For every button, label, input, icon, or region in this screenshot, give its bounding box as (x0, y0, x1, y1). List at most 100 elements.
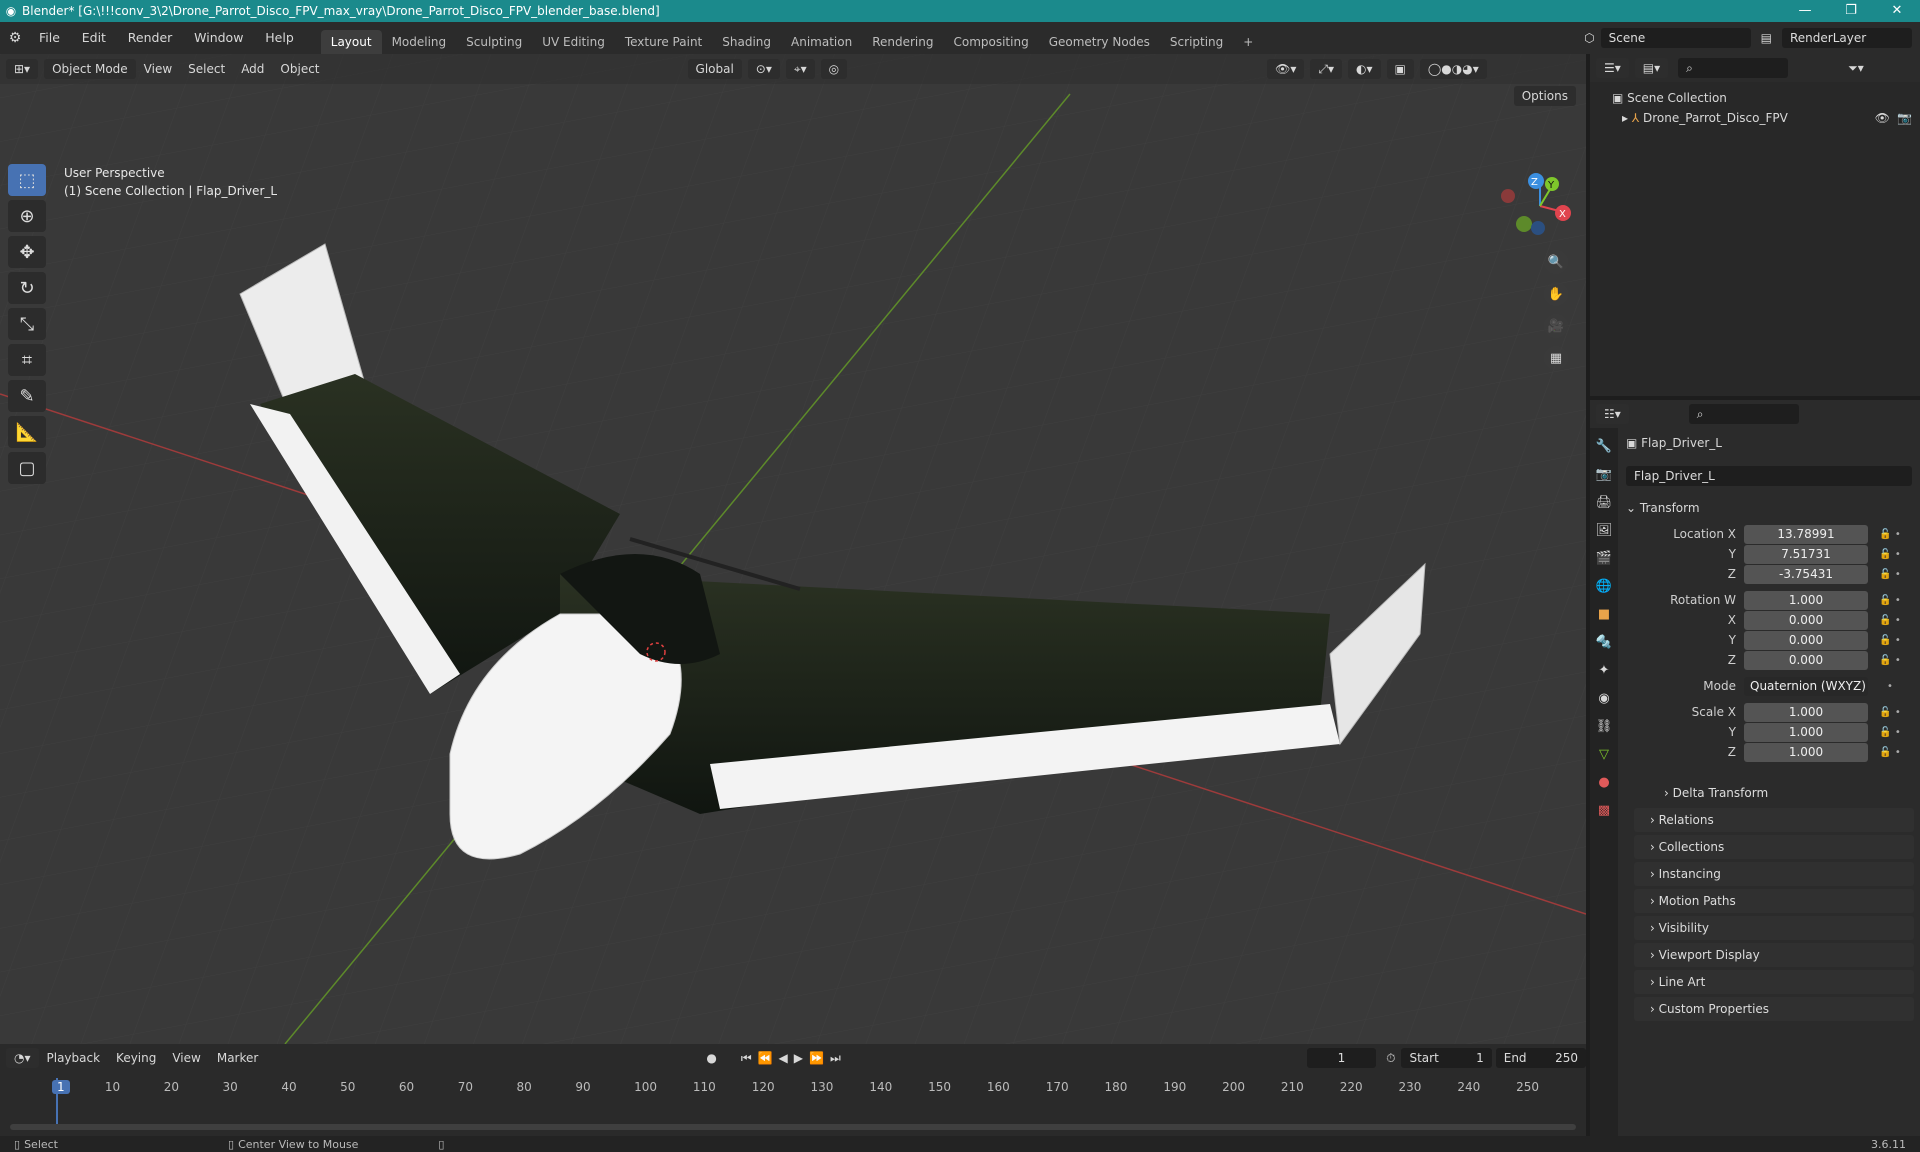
transform-panel-header[interactable]: ⌄ Transform (1626, 498, 1916, 518)
timeline-ruler[interactable]: 1 10 20 30 40 50 60 70 80 90 100 110 120 130 140 150 160… (0, 1078, 1586, 1098)
zoom-icon[interactable]: 🔍 (1544, 250, 1568, 274)
camera-view-icon[interactable]: 🎥 (1544, 314, 1568, 338)
panel-instancing[interactable]: › Instancing (1634, 862, 1914, 886)
panel-collections[interactable]: › Collections (1634, 835, 1914, 859)
transform-icon[interactable]: ⌗ (8, 344, 46, 376)
constraints-tab-icon[interactable]: ⛓ (1596, 716, 1613, 737)
ortho-grid-icon[interactable]: ▦ (1544, 346, 1568, 370)
eye-icon[interactable]: 👁 (1875, 108, 1890, 128)
scene-tab-icon[interactable]: 🎬 (1596, 548, 1612, 569)
tab-sculpting[interactable]: Sculpting (456, 30, 532, 54)
location-x-field[interactable]: 13.78991 (1744, 524, 1868, 544)
overlay-toggle-icon[interactable]: ◐▾ (1348, 59, 1381, 79)
lock-icon[interactable]: 🔓 • (1868, 635, 1912, 646)
panel-relations[interactable]: › Relations (1634, 808, 1914, 832)
tab-texture-paint[interactable]: Texture Paint (615, 30, 712, 54)
menu-file[interactable]: File (30, 30, 69, 45)
panel-motion-paths[interactable]: › Motion Paths (1634, 889, 1914, 913)
lock-icon[interactable]: 🔓 • (1868, 655, 1912, 666)
output-tab-icon[interactable]: 🖨 (1596, 492, 1613, 513)
lock-icon[interactable]: 🔓 • (1868, 595, 1912, 606)
panel-visibility[interactable]: › Visibility (1634, 916, 1914, 940)
filter-icon[interactable]: ⏷▾ (1848, 61, 1864, 76)
tab-uv-editing[interactable]: UV Editing (532, 30, 615, 54)
object-tab-icon[interactable]: ■ (1598, 604, 1610, 625)
menu-keying[interactable]: Keying (108, 1051, 164, 1065)
proportional-edit-icon[interactable]: ◎ (820, 59, 848, 79)
playhead[interactable] (56, 1078, 58, 1124)
scene-field[interactable]: Scene (1600, 28, 1751, 48)
data-tab-icon[interactable]: ▽ (1599, 744, 1609, 765)
outliner-editor-icon[interactable]: ☰▾ (1596, 58, 1629, 78)
render-layer-field[interactable]: RenderLayer (1782, 28, 1912, 48)
tab-compositing[interactable]: Compositing (943, 30, 1038, 54)
scale-icon[interactable]: ⤡ (8, 308, 46, 340)
cursor-tool-icon[interactable]: ⊕ (8, 200, 46, 232)
menu-render[interactable]: Render (119, 30, 182, 45)
tab-scripting[interactable]: Scripting (1160, 30, 1233, 54)
add-workspace-button[interactable]: + (1233, 30, 1263, 54)
scale-y-field[interactable]: 1.000 (1744, 722, 1868, 742)
transform-orientation-dropdown[interactable]: Global (687, 59, 742, 79)
lock-icon[interactable]: 🔓 • (1868, 747, 1912, 758)
blender-menu-icon[interactable]: ⚙ (0, 30, 30, 46)
lock-icon[interactable]: 🔓 • (1868, 569, 1912, 580)
current-frame-field[interactable]: 1 (1306, 1048, 1377, 1068)
pivot-icon[interactable]: ⊙▾ (747, 59, 780, 79)
rotation-mode-dropdown[interactable]: Quaternion (WXYZ) (1744, 676, 1868, 696)
scale-z-field[interactable]: 1.000 (1744, 742, 1868, 762)
panel-viewport-display[interactable]: › Viewport Display (1634, 943, 1914, 967)
measure-icon[interactable]: 📐 (8, 416, 46, 448)
tab-layout[interactable]: Layout (320, 30, 382, 54)
lock-icon[interactable]: 🔓 • (1868, 707, 1912, 718)
menu-help[interactable]: Help (256, 30, 303, 45)
rotation-y-field[interactable]: 0.000 (1744, 630, 1868, 650)
camera-render-icon[interactable]: 📷 (1897, 108, 1912, 128)
menu-window[interactable]: Window (185, 30, 252, 45)
outliner-search-icon[interactable]: ⌕ (1678, 58, 1789, 78)
menu-marker[interactable]: Marker (209, 1051, 266, 1065)
lock-icon[interactable]: 🔓 • (1868, 615, 1912, 626)
menu-playback[interactable]: Playback (39, 1051, 109, 1065)
select-box-icon[interactable]: ⬚ (8, 164, 46, 196)
tab-modeling[interactable]: Modeling (382, 30, 457, 54)
record-icon[interactable]: ● (706, 1051, 716, 1065)
3d-viewport[interactable]: Z Y X ⊞▾ Object Mode View Select Add Obj… (0, 54, 1586, 1044)
move-icon[interactable]: ✥ (8, 236, 46, 268)
view-layer-tab-icon[interactable]: 🖼 (1596, 520, 1613, 541)
menu-add[interactable]: Add (233, 62, 272, 76)
tab-shading[interactable]: Shading (712, 30, 781, 54)
tab-geometry-nodes[interactable]: Geometry Nodes (1039, 30, 1160, 54)
annotate-icon[interactable]: ✎ (8, 380, 46, 412)
properties-editor-icon[interactable]: ☷▾ (1596, 404, 1629, 424)
world-tab-icon[interactable]: 🌐 (1596, 576, 1612, 597)
gizmo-toggle-icon[interactable]: ⤢▾ (1310, 59, 1343, 79)
visibility-icon[interactable]: 👁▾ (1267, 59, 1305, 79)
render-tab-icon[interactable]: 📷 (1596, 464, 1612, 485)
lock-icon[interactable]: 🔓 • (1868, 529, 1912, 540)
rotate-icon[interactable]: ↻ (8, 272, 46, 304)
editor-type-icon[interactable]: ⊞▾ (6, 59, 39, 79)
display-mode-icon[interactable]: ▤▾ (1634, 58, 1669, 78)
properties-search-icon[interactable]: ⌕ (1688, 404, 1799, 424)
scene-collection-row[interactable]: ▣ Scene Collection (1612, 88, 1920, 108)
tab-rendering[interactable]: Rendering (862, 30, 943, 54)
tab-animation[interactable]: Animation (781, 30, 862, 54)
timeline-editor-icon[interactable]: ◔▾ (6, 1048, 39, 1068)
lock-icon[interactable]: 🔓 • (1868, 727, 1912, 738)
object-name-field[interactable]: Flap_Driver_L (1626, 466, 1912, 486)
panel-line-art[interactable]: › Line Art (1634, 970, 1914, 994)
lock-icon[interactable]: 🔓 • (1868, 549, 1912, 560)
menu-timeline-view[interactable]: View (164, 1051, 208, 1065)
object-mode-dropdown[interactable]: Object Mode (44, 59, 136, 79)
rotation-z-field[interactable]: 0.000 (1744, 650, 1868, 670)
playback-controls-icon[interactable]: ⏮⏪◀▶⏩⏭ (741, 1051, 847, 1066)
start-frame-field[interactable]: Start 1 (1401, 1048, 1492, 1068)
panel-delta-transform[interactable]: › Delta Transform (1648, 781, 1914, 805)
close-button[interactable]: ✕ (1874, 0, 1920, 22)
menu-edit[interactable]: Edit (73, 30, 115, 45)
particles-tab-icon[interactable]: ✦ (1599, 660, 1610, 681)
timeline-scrollbar[interactable] (10, 1124, 1576, 1130)
xray-icon[interactable]: ▣ (1386, 59, 1414, 79)
animate-dot-icon[interactable]: • (1868, 681, 1912, 692)
